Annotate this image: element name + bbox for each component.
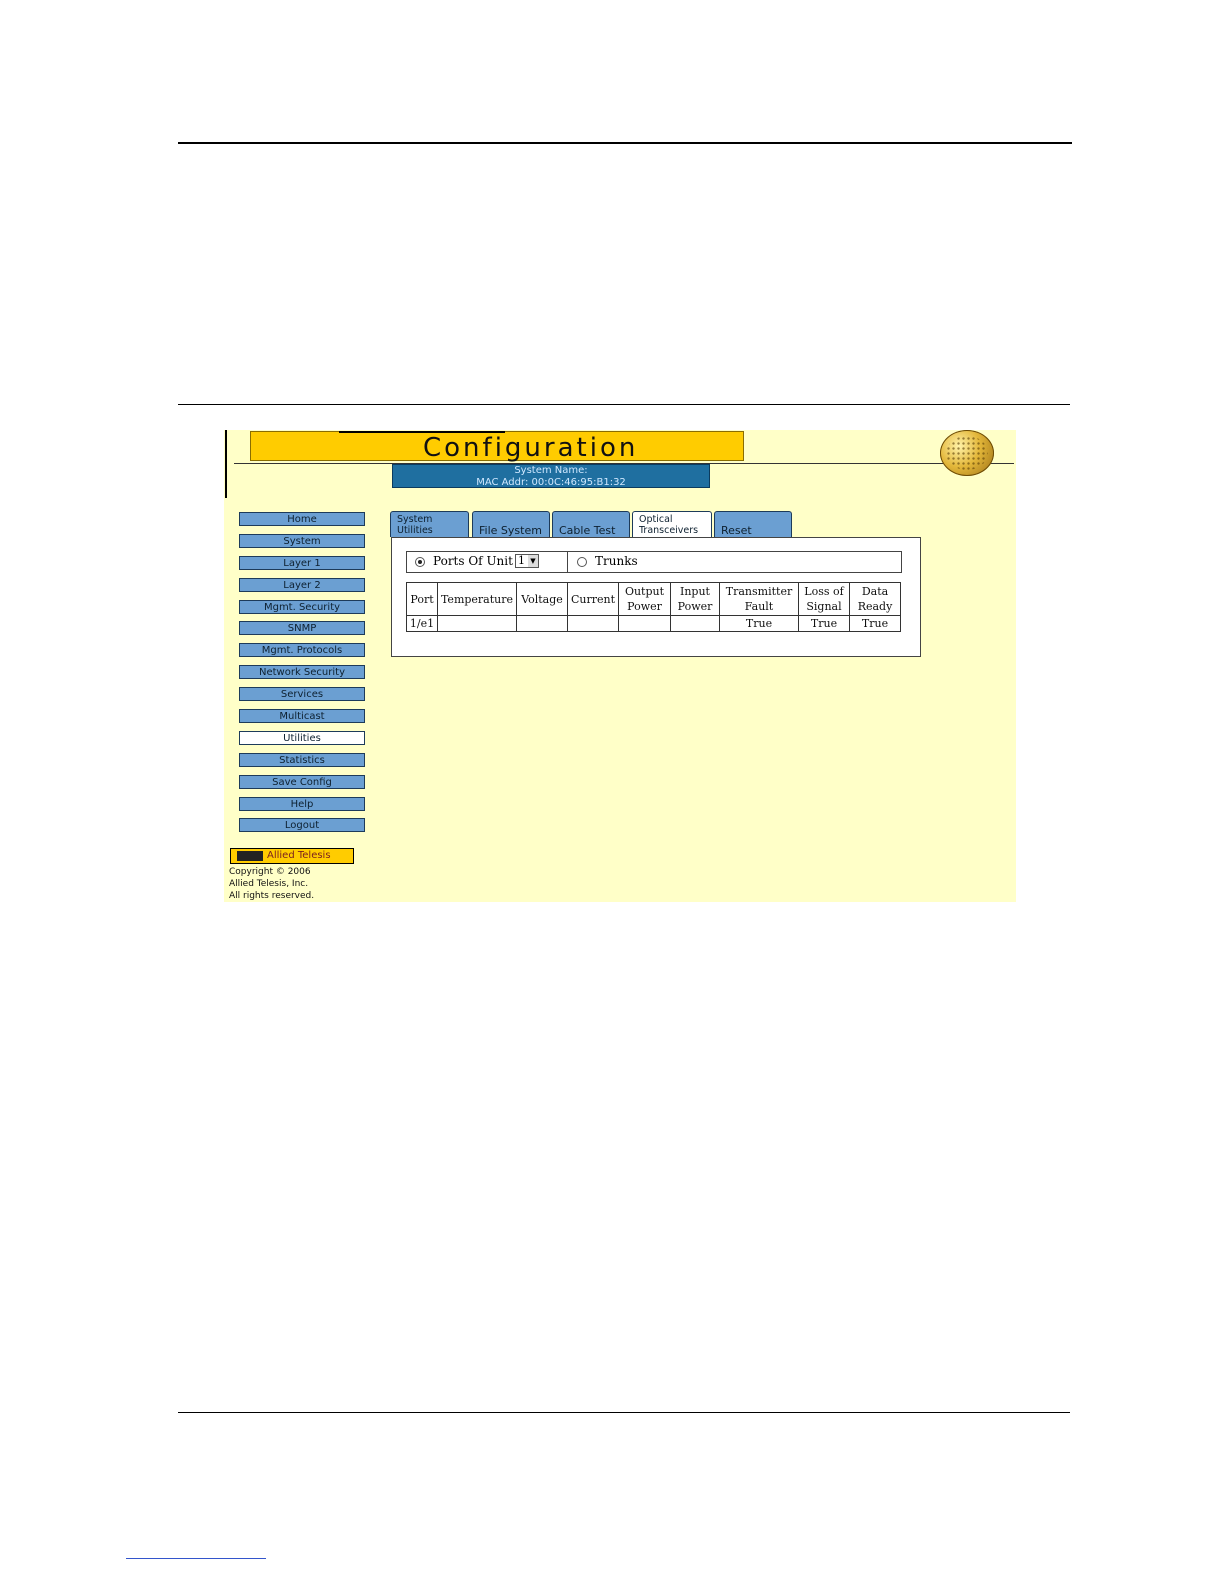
table-header-row: Port Temperature Voltage Current Output P… xyxy=(406,582,901,616)
tab-optical-transceivers[interactable]: Optical Transceivers xyxy=(632,511,712,537)
nav-layer2-button[interactable]: Layer 2 xyxy=(239,577,365,592)
cell-data-ready: True xyxy=(849,615,901,632)
cell-input-power xyxy=(670,615,720,632)
header-text: Loss of xyxy=(804,585,844,598)
tab-label-line: Transceivers xyxy=(639,525,699,536)
cell-voltage xyxy=(516,615,568,632)
ports-of-unit-radio[interactable] xyxy=(415,557,425,567)
nav-services-button[interactable]: Services xyxy=(239,687,365,702)
header-text: Transmitter xyxy=(725,585,793,598)
cell-current xyxy=(567,615,619,632)
copyright-line: All rights reserved. xyxy=(229,891,315,901)
optical-transceivers-panel: Ports Of Unit 1 ▼ Trunks Port Temperatur… xyxy=(391,537,921,657)
cell-temperature xyxy=(437,615,517,632)
nav-snmp-button[interactable]: SNMP xyxy=(239,621,365,636)
trunks-radio[interactable] xyxy=(577,557,587,567)
header-text: Fault xyxy=(744,600,774,613)
header-text: Current xyxy=(570,592,616,606)
tab-label: File System xyxy=(479,524,542,537)
col-input-power: Input Power xyxy=(670,582,720,616)
header-text: Power xyxy=(627,600,662,613)
footnote-rule xyxy=(126,1558,266,1559)
logo-text: Allied Telesis xyxy=(267,850,331,861)
tab-label-line: Utilities xyxy=(397,525,433,536)
port-selector-row: Ports Of Unit 1 ▼ Trunks xyxy=(406,551,902,573)
cell-output-power xyxy=(618,615,671,632)
cell-loss-of-signal: True xyxy=(798,615,850,632)
nav-logout-button[interactable]: Logout xyxy=(239,818,365,833)
frame-left-line xyxy=(225,430,227,498)
copyright-text: Copyright © 2006 Allied Telesis, Inc. Al… xyxy=(229,866,314,902)
nav-mgmt-protocols-button[interactable]: Mgmt. Protocols xyxy=(239,643,365,658)
mac-address: MAC Addr: 00:0C:46:95:B1:32 xyxy=(476,477,626,488)
col-transmitter-fault: Transmitter Fault xyxy=(719,582,799,616)
tab-label: Cable Test xyxy=(559,524,616,537)
cell-transmitter-fault: True xyxy=(719,615,799,632)
nav-save-config-button[interactable]: Save Config xyxy=(239,774,365,789)
nav-multicast-button[interactable]: Multicast xyxy=(239,709,365,724)
tab-file-system[interactable]: File System xyxy=(472,511,550,537)
nav-network-security-button[interactable]: Network Security xyxy=(239,665,365,680)
system-info-box: System Name: MAC Addr: 00:0C:46:95:B1:32 xyxy=(392,464,710,488)
col-current: Current xyxy=(567,582,619,616)
page-title: Configuration xyxy=(423,433,639,463)
nav-layer1-button[interactable]: Layer 1 xyxy=(239,555,365,570)
tab-cable-test[interactable]: Cable Test xyxy=(552,511,630,537)
unit-select-value: 1 xyxy=(518,554,525,567)
globe-icon xyxy=(940,430,994,476)
web-ui-screenshot: Configuration System Name: MAC Addr: 00:… xyxy=(224,430,1016,902)
chevron-down-icon: ▼ xyxy=(528,555,538,567)
col-loss-of-signal: Loss of Signal xyxy=(798,582,850,616)
cell-port: 1/e1 xyxy=(406,615,438,632)
nav-help-button[interactable]: Help xyxy=(239,796,365,811)
header-text: Temperature xyxy=(440,592,514,606)
selector-divider xyxy=(567,552,568,572)
header-text: Data xyxy=(861,585,889,598)
ports-of-unit-label: Ports Of Unit xyxy=(433,554,513,568)
header-text: Signal xyxy=(806,600,842,613)
page-rule-top xyxy=(178,142,1072,144)
logo-mark-icon xyxy=(237,851,263,861)
header-banner: Configuration xyxy=(250,431,744,463)
nav-home-button[interactable]: Home xyxy=(239,512,365,526)
table-row: 1/e1 True True True xyxy=(406,615,901,632)
col-temperature: Temperature xyxy=(437,582,517,616)
header-text: Input xyxy=(680,585,710,598)
trunks-label: Trunks xyxy=(595,554,638,568)
col-port: Port xyxy=(406,582,438,616)
nav-utilities-button[interactable]: Utilities xyxy=(239,730,365,745)
transceiver-table: Port Temperature Voltage Current Output P… xyxy=(406,582,901,632)
col-output-power: Output Power xyxy=(618,582,671,616)
tab-label: Reset xyxy=(721,524,752,537)
nav-mgmt-security-button[interactable]: Mgmt. Security xyxy=(239,599,365,614)
nav-statistics-button[interactable]: Statistics xyxy=(239,752,365,767)
system-name: System Name: xyxy=(514,465,588,476)
tab-label-line: Optical xyxy=(639,514,673,525)
tab-label-line: System xyxy=(397,514,433,525)
tab-reset[interactable]: Reset xyxy=(714,511,792,537)
col-voltage: Voltage xyxy=(516,582,568,616)
sidebar-nav: Home System Layer 1 Layer 2 Mgmt. Securi… xyxy=(239,512,367,840)
header-text: Output xyxy=(624,585,665,598)
page-rule-middle xyxy=(178,404,1070,405)
header-text: Ready xyxy=(857,600,893,613)
col-data-ready: Data Ready xyxy=(849,582,901,616)
header-text: Port xyxy=(410,592,434,606)
header-text: Power xyxy=(677,600,713,613)
nav-system-button[interactable]: System xyxy=(239,533,365,548)
copyright-line: Allied Telesis, Inc. xyxy=(229,879,309,889)
allied-telesis-logo: Allied Telesis xyxy=(230,848,354,864)
tab-system-utilities[interactable]: System Utilities xyxy=(390,511,469,537)
copyright-line: Copyright © 2006 xyxy=(229,867,311,877)
unit-select[interactable]: 1 ▼ xyxy=(515,554,539,568)
page-rule-bottom xyxy=(178,1412,1070,1413)
header-text: Voltage xyxy=(521,592,563,606)
